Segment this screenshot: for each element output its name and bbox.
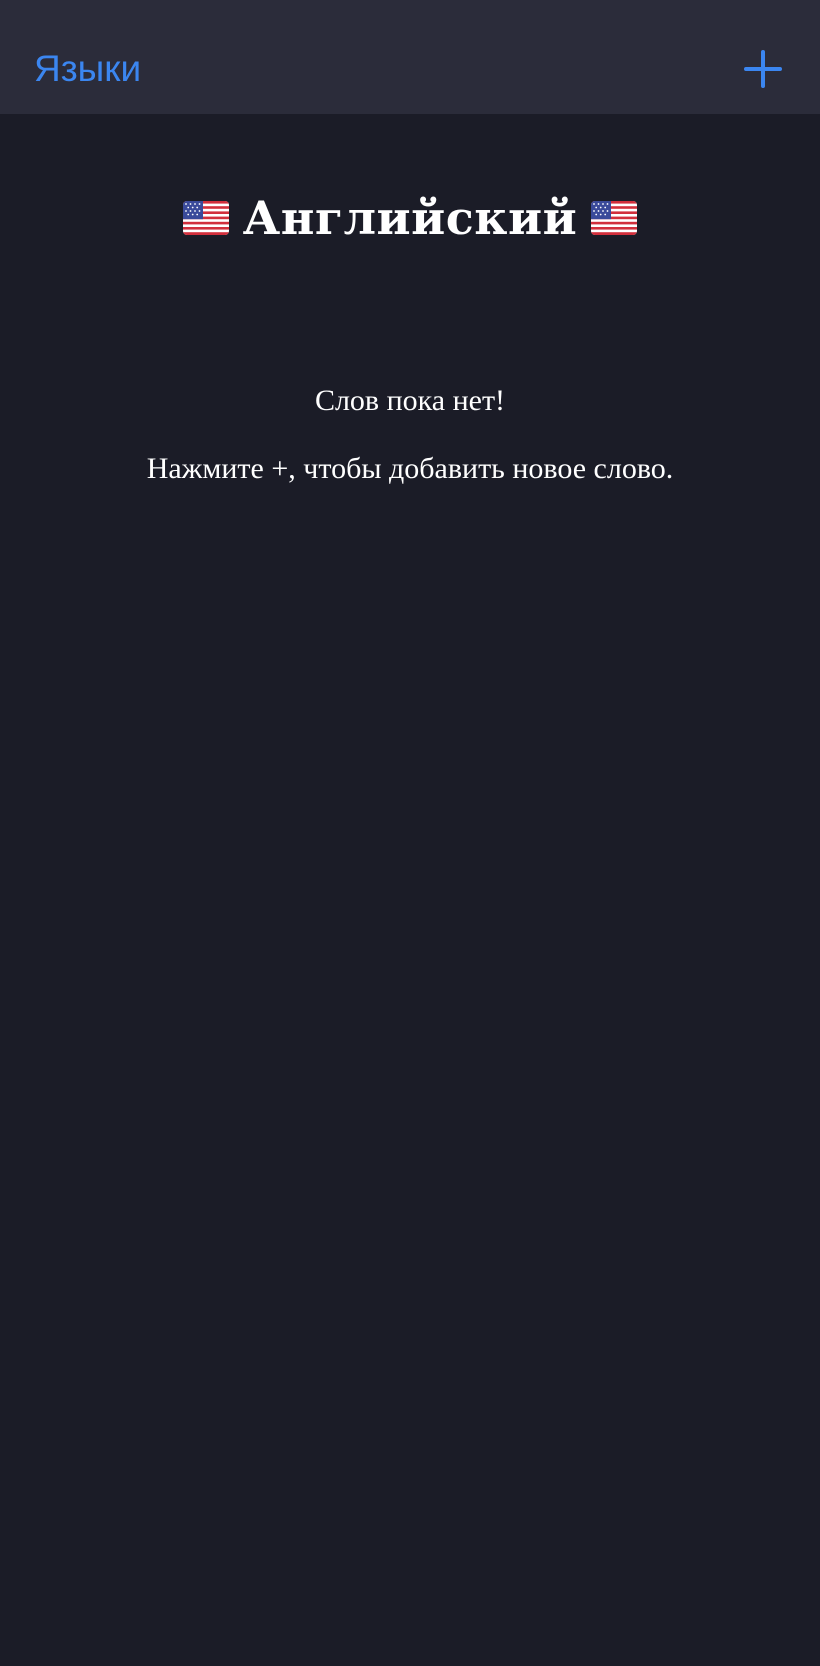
page-header: Английский	[0, 183, 820, 253]
vocabulary-screen: Языки Английский Слов пока нет! Нажмите …	[0, 0, 820, 1666]
back-button-languages[interactable]: Языки	[34, 46, 141, 92]
us-flag-icon	[182, 201, 229, 235]
add-word-button[interactable]	[744, 50, 782, 88]
navigation-bar: Языки	[0, 0, 820, 114]
empty-state-title: Слов пока нет!	[314, 384, 506, 417]
us-flag-icon	[591, 201, 638, 235]
page-title: Английский	[242, 191, 578, 245]
empty-state-hint: Нажмите +, чтобы добавить новое слово.	[146, 452, 674, 485]
plus-icon	[744, 50, 782, 88]
